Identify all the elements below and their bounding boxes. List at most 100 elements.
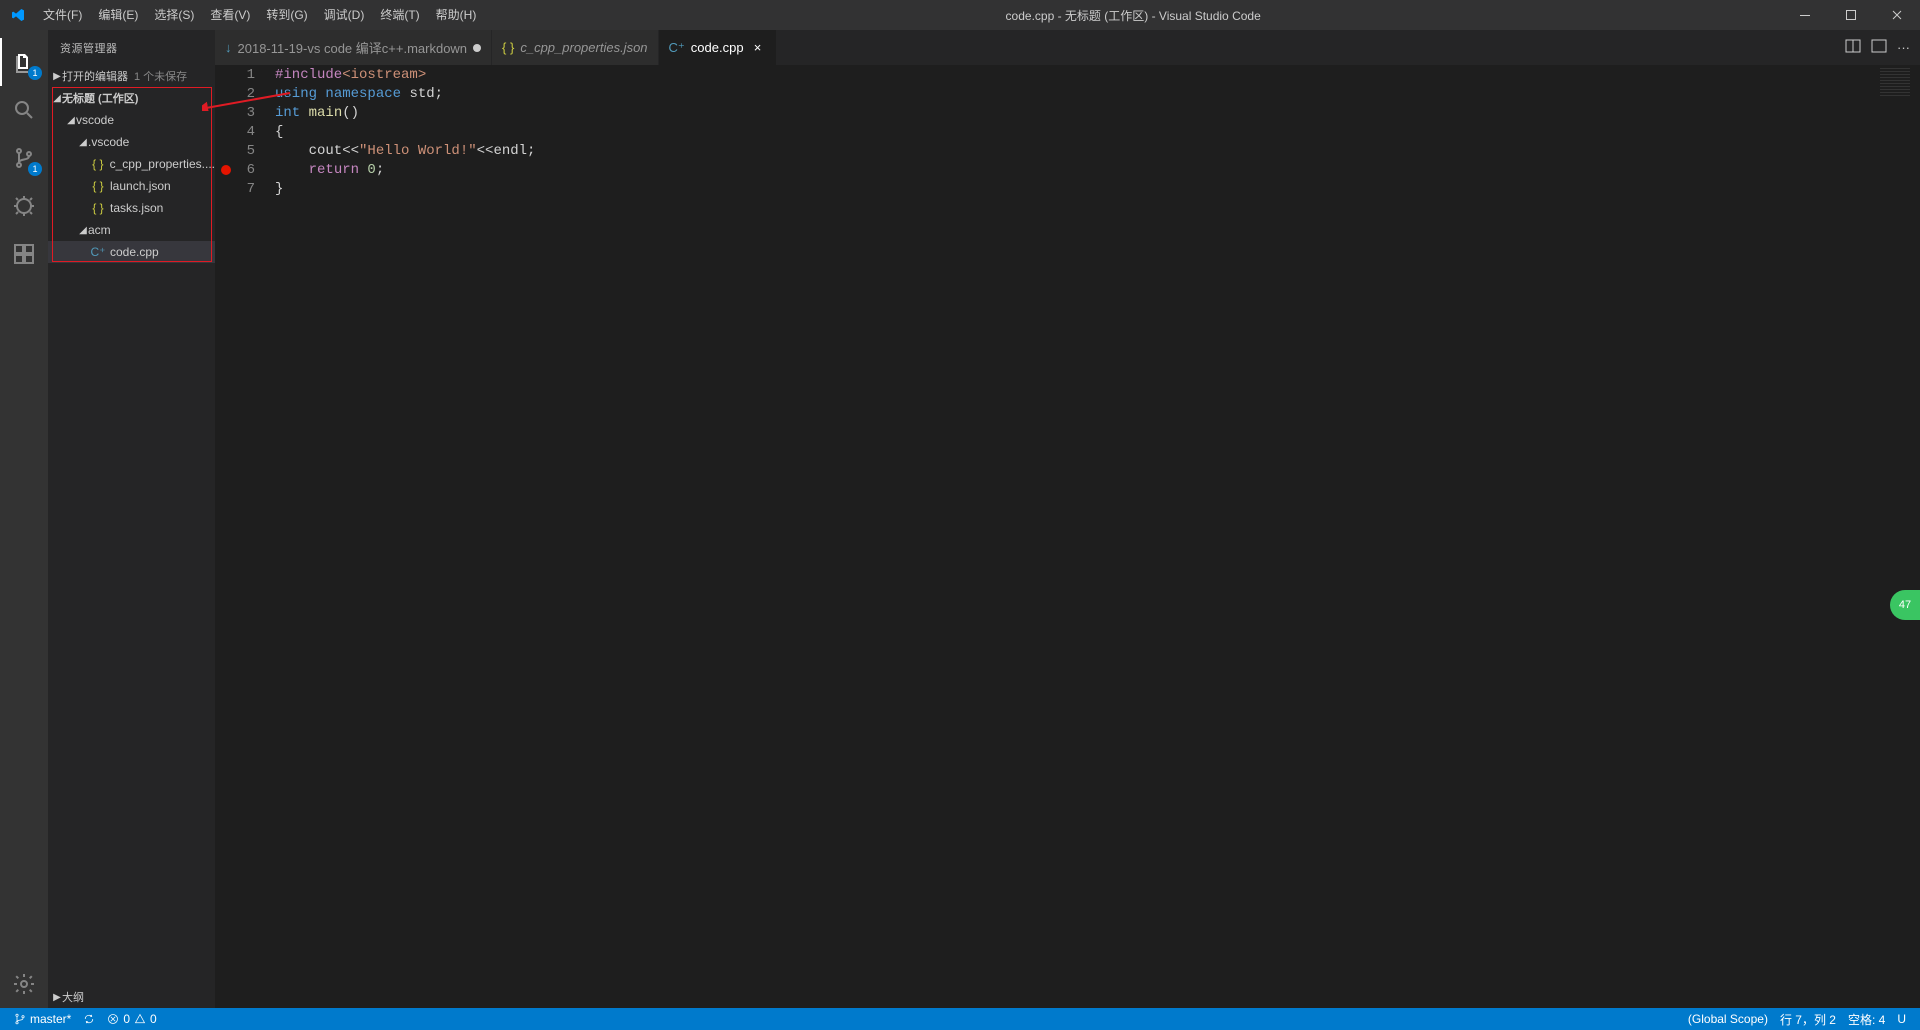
file-tasks-json[interactable]: { } tasks.json	[48, 197, 215, 219]
workspace-label: 无标题 (工作区)	[62, 90, 138, 106]
extensions-icon	[12, 242, 36, 266]
explorer-badge: 1	[28, 66, 42, 80]
code-line[interactable]: using namespace std;	[275, 85, 1920, 104]
titlebar: 文件(F) 编辑(E) 选择(S) 查看(V) 转到(G) 调试(D) 终端(T…	[0, 0, 1920, 30]
menu-debug[interactable]: 调试(D)	[316, 0, 373, 30]
status-bar: master* 0 0 (Global Scope) 行 7，列 2 空格: 4…	[0, 1008, 1920, 1030]
menu-go[interactable]: 转到(G)	[258, 0, 315, 30]
line-number: 4	[215, 123, 255, 142]
branch-name: master*	[30, 1012, 71, 1026]
line-number: 3	[215, 104, 255, 123]
folder-label: vscode	[76, 113, 114, 127]
folder-dot-vscode[interactable]: ◢ .vscode	[48, 131, 215, 153]
activity-explorer[interactable]: 1	[0, 38, 48, 86]
floating-badge[interactable]: 47	[1890, 590, 1920, 620]
error-count: 0	[123, 1012, 130, 1026]
indentation-status[interactable]: 空格: 4	[1842, 1011, 1891, 1028]
line-number-gutter: 1234567	[215, 65, 275, 1008]
menu-edit[interactable]: 编辑(E)	[90, 0, 146, 30]
tab-markdown[interactable]: ↓ 2018-11-19-vs code 编译c++.markdown	[215, 30, 492, 65]
error-icon	[107, 1013, 119, 1025]
menu-bar: 文件(F) 编辑(E) 选择(S) 查看(V) 转到(G) 调试(D) 终端(T…	[35, 0, 484, 30]
git-branch-icon	[14, 1013, 26, 1025]
window-controls	[1782, 0, 1920, 30]
file-tree: ◢ vscode ◢ .vscode { } c_cpp_properties.…	[48, 109, 215, 263]
folder-label: acm	[88, 223, 111, 237]
code-line[interactable]: return 0;	[275, 161, 1920, 180]
cpp-file-icon: C⁺	[90, 245, 106, 259]
activity-search[interactable]	[0, 86, 48, 134]
code-line[interactable]: cout<<"Hello World!"<<endl;	[275, 142, 1920, 161]
file-label: launch.json	[110, 179, 171, 193]
search-icon	[12, 98, 36, 122]
close-button[interactable]	[1874, 0, 1920, 30]
scm-badge: 1	[28, 162, 42, 176]
editor-layout-icon[interactable]	[1871, 38, 1887, 57]
cursor-position-status[interactable]: 行 7，列 2	[1774, 1011, 1842, 1028]
line-number: 5	[215, 142, 255, 161]
editor-area: ↓ 2018-11-19-vs code 编译c++.markdown { } …	[215, 30, 1920, 1008]
code-line[interactable]: {	[275, 123, 1920, 142]
open-editors-label: 打开的编辑器	[62, 68, 128, 84]
workspace-header[interactable]: ◢ 无标题 (工作区)	[48, 87, 215, 109]
activity-settings[interactable]	[0, 960, 48, 1008]
breakpoint-icon[interactable]	[221, 165, 231, 175]
chevron-right-icon: ▶	[52, 992, 62, 1003]
code-line[interactable]: #include<iostream>	[275, 66, 1920, 85]
file-label: tasks.json	[110, 201, 163, 215]
file-code-cpp[interactable]: C⁺ code.cpp	[48, 241, 215, 263]
code-lines[interactable]: #include<iostream>using namespace std;in…	[275, 65, 1920, 1008]
problems-status[interactable]: 0 0	[101, 1012, 162, 1026]
tab-code-cpp[interactable]: C⁺ code.cpp ×	[659, 30, 777, 65]
sync-status[interactable]	[77, 1012, 101, 1026]
folder-vscode[interactable]: ◢ vscode	[48, 109, 215, 131]
outline-label: 大纲	[62, 989, 84, 1005]
warning-count: 0	[150, 1012, 157, 1026]
activity-source-control[interactable]: 1	[0, 134, 48, 182]
outline-header[interactable]: ▶ 大纲	[48, 986, 215, 1008]
activity-debug[interactable]	[0, 182, 48, 230]
line-number: 1	[215, 66, 255, 85]
code-line[interactable]: int main()	[275, 104, 1920, 123]
file-launch-json[interactable]: { } launch.json	[48, 175, 215, 197]
markdown-file-icon: ↓	[225, 40, 232, 55]
json-file-icon: { }	[90, 201, 106, 215]
tab-c-cpp-properties[interactable]: { } c_cpp_properties.json	[492, 30, 659, 65]
maximize-button[interactable]	[1828, 0, 1874, 30]
close-tab-icon[interactable]: ×	[750, 40, 766, 55]
open-editors-header[interactable]: ▶ 打开的编辑器 1 个未保存	[48, 65, 215, 87]
minimap[interactable]	[1880, 68, 1910, 98]
menu-terminal[interactable]: 终端(T)	[372, 0, 427, 30]
tab-label: 2018-11-19-vs code 编译c++.markdown	[238, 38, 468, 57]
more-actions-icon[interactable]: ···	[1897, 40, 1910, 55]
editor-tabs: ↓ 2018-11-19-vs code 编译c++.markdown { } …	[215, 30, 1920, 65]
menu-selection[interactable]: 选择(S)	[146, 0, 202, 30]
window-title: code.cpp - 无标题 (工作区) - Visual Studio Cod…	[484, 7, 1782, 24]
scope-status[interactable]: (Global Scope)	[1682, 1011, 1774, 1028]
menu-help[interactable]: 帮助(H)	[428, 0, 485, 30]
menu-file[interactable]: 文件(F)	[35, 0, 90, 30]
activity-bar: 1 1	[0, 30, 48, 1008]
file-c-cpp-properties[interactable]: { } c_cpp_properties....	[48, 153, 215, 175]
minimize-button[interactable]	[1782, 0, 1828, 30]
vscode-logo-icon	[0, 7, 35, 23]
chevron-down-icon: ◢	[52, 93, 62, 104]
line-number: 7	[215, 180, 255, 199]
git-branch-status[interactable]: master*	[8, 1012, 77, 1026]
sidebar-title: 资源管理器	[48, 30, 215, 65]
encoding-status[interactable]: U	[1891, 1011, 1912, 1028]
chevron-down-icon: ◢	[78, 225, 88, 236]
folder-acm[interactable]: ◢ acm	[48, 219, 215, 241]
dirty-indicator-icon	[473, 44, 481, 52]
open-editors-unsaved: 1 个未保存	[134, 68, 187, 84]
tab-label: c_cpp_properties.json	[520, 40, 647, 55]
file-label: c_cpp_properties....	[110, 157, 215, 171]
json-file-icon: { }	[502, 40, 514, 55]
split-editor-icon[interactable]	[1845, 38, 1861, 57]
chevron-right-icon: ▶	[52, 71, 62, 82]
menu-view[interactable]: 查看(V)	[202, 0, 258, 30]
activity-extensions[interactable]	[0, 230, 48, 278]
chevron-down-icon: ◢	[66, 115, 76, 126]
code-editor[interactable]: 1234567 #include<iostream>using namespac…	[215, 65, 1920, 1008]
code-line[interactable]: }	[275, 180, 1920, 199]
